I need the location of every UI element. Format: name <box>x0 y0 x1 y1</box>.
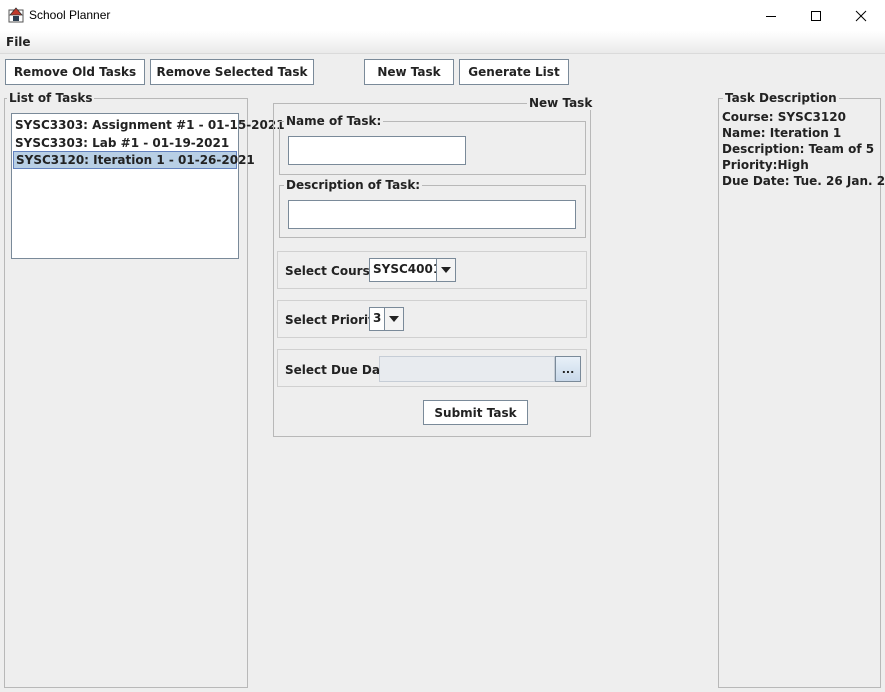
submit-task-button[interactable]: Submit Task <box>423 400 528 425</box>
priority-select[interactable]: 3 <box>369 307 404 331</box>
task-description-content: Course: SYSC3120 Name: Iteration 1 Descr… <box>722 109 885 189</box>
date-picker-button[interactable]: ... <box>555 356 581 382</box>
description-course: Course: SYSC3120 <box>722 110 846 124</box>
description-priority: Priority:High <box>722 158 809 172</box>
description-description: Description: Team of 5 <box>722 142 875 156</box>
description-of-task-label: Description of Task: <box>284 178 423 192</box>
app-icon <box>8 7 24 23</box>
course-select[interactable]: SYSC4001 <box>369 258 456 282</box>
name-of-task-label: Name of Task: <box>284 114 384 128</box>
task-list-item[interactable]: SYSC3303: Lab #1 - 01-19-2021 <box>13 134 237 152</box>
task-list[interactable]: SYSC3303: Assignment #1 - 01-15-2021 SYS… <box>11 113 285 259</box>
course-select-value: SYSC4001 <box>373 262 436 276</box>
maximize-icon <box>811 10 821 21</box>
description-due-date: Due Date: Tue. 26 Jan. 2021 <box>722 174 885 188</box>
select-due-date-label: Select Due Date <box>285 363 394 377</box>
remove-selected-task-button[interactable]: Remove Selected Task <box>150 59 314 85</box>
minimize-button[interactable] <box>748 0 794 31</box>
minimize-icon <box>766 15 776 17</box>
close-button[interactable] <box>838 0 884 31</box>
description-name: Name: Iteration 1 <box>722 126 842 140</box>
task-description-input[interactable] <box>288 200 576 229</box>
menu-bar: File <box>0 31 885 54</box>
task-list-title: List of Tasks <box>7 91 95 105</box>
task-name-input[interactable] <box>288 136 466 165</box>
title-bar[interactable]: School Planner <box>0 0 885 31</box>
new-task-button[interactable]: New Task <box>364 59 454 85</box>
select-course-label: Select Course <box>285 264 378 278</box>
chevron-down-icon[interactable] <box>436 259 455 281</box>
remove-old-tasks-button[interactable]: Remove Old Tasks <box>5 59 145 85</box>
window-title: School Planner <box>29 8 111 22</box>
due-date-input[interactable] <box>379 356 555 382</box>
new-task-title: New Task <box>527 96 595 110</box>
task-list-item-selected[interactable]: SYSC3120: Iteration 1 - 01-26-2021 <box>13 151 255 169</box>
select-priority-label: Select Priority <box>285 313 382 327</box>
task-list-item[interactable]: SYSC3303: Assignment #1 - 01-15-2021 <box>13 116 285 134</box>
maximize-button[interactable] <box>793 0 839 31</box>
task-description-title: Task Description <box>723 91 839 105</box>
chevron-down-icon[interactable] <box>384 308 403 330</box>
menu-file[interactable]: File <box>6 35 31 49</box>
close-icon <box>855 10 867 21</box>
priority-select-value: 3 <box>373 311 382 325</box>
generate-list-button[interactable]: Generate List <box>459 59 569 85</box>
